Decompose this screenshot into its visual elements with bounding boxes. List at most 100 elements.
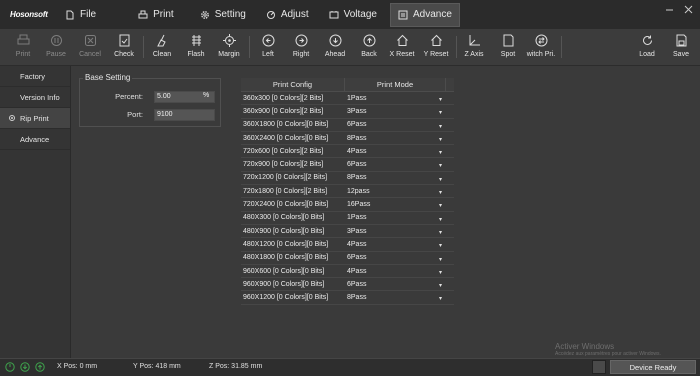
- print-icon: [138, 10, 148, 18]
- clean-button[interactable]: Clean: [145, 32, 179, 64]
- table-row[interactable]: 480X900 [0 Colors][0 Bits] 3Pass ▾: [241, 225, 454, 239]
- table-row[interactable]: 480X300 [0 Colors][0 Bits] 1Pass ▾: [241, 212, 454, 225]
- table-row[interactable]: 720x900 [0 Colors][2 Bits] 6Pass ▾: [241, 158, 454, 172]
- home-icon: [396, 34, 408, 46]
- flash-button[interactable]: Flash: [179, 32, 213, 64]
- table-row[interactable]: 480X1800 [0 Colors][0 Bits] 6Pass ▾: [241, 252, 454, 265]
- nav-item-version-info[interactable]: Version Info: [0, 87, 70, 108]
- y-reset-button[interactable]: Y Reset: [419, 32, 453, 64]
- toolbar-divider: [143, 36, 144, 58]
- nav-item-advance[interactable]: Advance: [0, 129, 70, 150]
- print-mode-select[interactable]: 1Pass ▾: [345, 92, 446, 104]
- table-row[interactable]: 960X600 [0 Colors][0 Bits] 4Pass ▾: [241, 265, 454, 279]
- print-mode-select[interactable]: 4Pass ▾: [345, 238, 446, 250]
- left-button[interactable]: Left: [251, 32, 285, 64]
- print-button[interactable]: Print: [6, 32, 40, 64]
- print-config-cell: 360x300 [0 Colors][2 Bits]: [243, 94, 324, 102]
- margin-button[interactable]: Margin: [212, 32, 246, 64]
- toolbar: Print Pause Cancel Check Clean Flash Mar…: [0, 29, 700, 66]
- dropdown-arrow-icon: ▾: [438, 150, 442, 157]
- print-mode-value: 8Pass: [347, 174, 367, 182]
- table-row[interactable]: 720x600 [0 Colors][2 Bits] 4Pass ▾: [241, 145, 454, 159]
- table-row[interactable]: 960X1200 [0 Colors][0 Bits] 8Pass ▾: [241, 291, 454, 305]
- print-mode-select[interactable]: 6Pass ▾: [345, 119, 446, 131]
- toolbar-label: Margin: [218, 51, 240, 58]
- device-status: Device Ready: [610, 360, 696, 374]
- cancel-icon: [84, 35, 96, 46]
- flash-icon: [191, 35, 201, 46]
- dropdown-arrow-icon: ▾: [438, 229, 442, 236]
- print-mode-select[interactable]: 3Pass ▾: [345, 105, 446, 117]
- print-mode-value: 4Pass: [347, 267, 367, 275]
- table-row[interactable]: 720x1200 [0 Colors][2 Bits] 8Pass ▾: [241, 172, 454, 186]
- print-mode-select[interactable]: 4Pass ▾: [345, 145, 446, 157]
- tab-voltage[interactable]: Voltage: [322, 3, 384, 27]
- table-row[interactable]: 360x900 [0 Colors][2 Bits] 3Pass ▾: [241, 105, 454, 119]
- back-button[interactable]: Back: [352, 32, 386, 64]
- print-mode-select[interactable]: 6Pass ▾: [345, 252, 446, 264]
- tab-advance[interactable]: Advance: [390, 2, 460, 27]
- dropdown-arrow-icon: ▾: [438, 110, 442, 117]
- print-config-cell: 720X2400 [0 Colors][0 Bits]: [243, 201, 329, 209]
- tab-adjust[interactable]: Adjust: [259, 3, 316, 27]
- print-config-cell: 360X2400 [0 Colors][0 Bits]: [243, 134, 329, 142]
- print-mode-select[interactable]: 4Pass ▾: [345, 265, 446, 277]
- power-icon[interactable]: [5, 362, 15, 372]
- print-mode-select[interactable]: 1Pass ▾: [345, 212, 446, 224]
- toolbar-label: Ahead: [324, 51, 346, 58]
- load-button[interactable]: Load: [630, 32, 664, 64]
- table-row[interactable]: 360x300 [0 Colors][2 Bits] 1Pass ▾: [241, 92, 454, 106]
- print-mode-select[interactable]: 8Pass ▾: [345, 172, 446, 184]
- tab-label: Advance: [413, 9, 452, 20]
- print-mode-select[interactable]: 6Pass ▾: [345, 278, 446, 290]
- spot-button[interactable]: Spot: [491, 32, 525, 64]
- nav-item-label: Factory: [20, 71, 46, 81]
- print-mode-select[interactable]: 3Pass ▾: [345, 225, 446, 237]
- print-mode-select[interactable]: 8Pass ▾: [345, 291, 446, 303]
- z-axis-button[interactable]: Z Axis: [457, 32, 491, 64]
- print-mode-value: 12pass: [347, 187, 370, 195]
- tab-print[interactable]: Print: [131, 3, 181, 27]
- table-row[interactable]: 360X2400 [0 Colors][0 Bits] 8Pass ▾: [241, 132, 454, 146]
- close-icon[interactable]: [683, 4, 694, 15]
- check-button[interactable]: Check: [107, 32, 141, 64]
- switch-icon: [535, 34, 547, 47]
- save-button[interactable]: Save: [664, 32, 698, 64]
- nav-item-factory[interactable]: Factory: [0, 66, 70, 87]
- table-row[interactable]: 720x1800 [0 Colors][2 Bits] 12pass ▾: [241, 185, 454, 199]
- table-row[interactable]: 720X2400 [0 Colors][0 Bits] 16Pass ▾: [241, 198, 454, 212]
- print-mode-select[interactable]: 12pass ▾: [345, 185, 446, 197]
- tab-setting[interactable]: Setting: [193, 3, 253, 27]
- right-button[interactable]: Right: [284, 32, 318, 64]
- nav-item-label: Version Info: [20, 92, 60, 102]
- print-config-cell: 720x1200 [0 Colors][2 Bits]: [243, 174, 328, 182]
- switch-print-button[interactable]: witch Pri.: [524, 32, 558, 64]
- tab-label: Adjust: [280, 9, 309, 20]
- print-mode-select[interactable]: 6Pass ▾: [345, 158, 446, 170]
- table-row[interactable]: 960X900 [0 Colors][0 Bits] 6Pass ▾: [241, 278, 454, 292]
- toolbar-label: X Reset: [389, 51, 415, 58]
- toolbar-label: Load: [639, 51, 655, 58]
- download-icon[interactable]: [20, 362, 30, 372]
- minimize-icon[interactable]: [664, 4, 675, 15]
- port-field[interactable]: 9100: [154, 109, 215, 121]
- cancel-button[interactable]: Cancel: [73, 32, 107, 64]
- ahead-button[interactable]: Ahead: [318, 32, 352, 64]
- print-mode-value: 16Pass: [347, 201, 371, 209]
- dropdown-arrow-icon: ▾: [438, 283, 442, 290]
- print-config-cell: 480X1800 [0 Colors][0 Bits]: [243, 254, 329, 262]
- table-row[interactable]: 360X1800 [0 Colors][0 Bits] 6Pass ▾: [241, 119, 454, 132]
- print-mode-select[interactable]: 16Pass ▾: [345, 198, 446, 210]
- upload-icon[interactable]: [35, 362, 45, 372]
- nav-item-rip-print[interactable]: Rip Print: [0, 108, 70, 129]
- dropdown-arrow-icon: ▾: [438, 176, 442, 183]
- toolbar-divider: [249, 36, 250, 58]
- pause-button[interactable]: Pause: [39, 32, 73, 64]
- left-nav: Factory Version Info Rip Print Advance: [0, 66, 71, 358]
- table-row[interactable]: 480X1200 [0 Colors][0 Bits] 4Pass ▾: [241, 238, 454, 252]
- print-mode-value: 1Pass: [347, 94, 367, 102]
- tab-file[interactable]: File: [58, 3, 103, 27]
- x-reset-button[interactable]: X Reset: [385, 32, 419, 64]
- print-mode-select[interactable]: 8Pass ▾: [345, 132, 446, 144]
- spot-icon: [503, 34, 513, 47]
